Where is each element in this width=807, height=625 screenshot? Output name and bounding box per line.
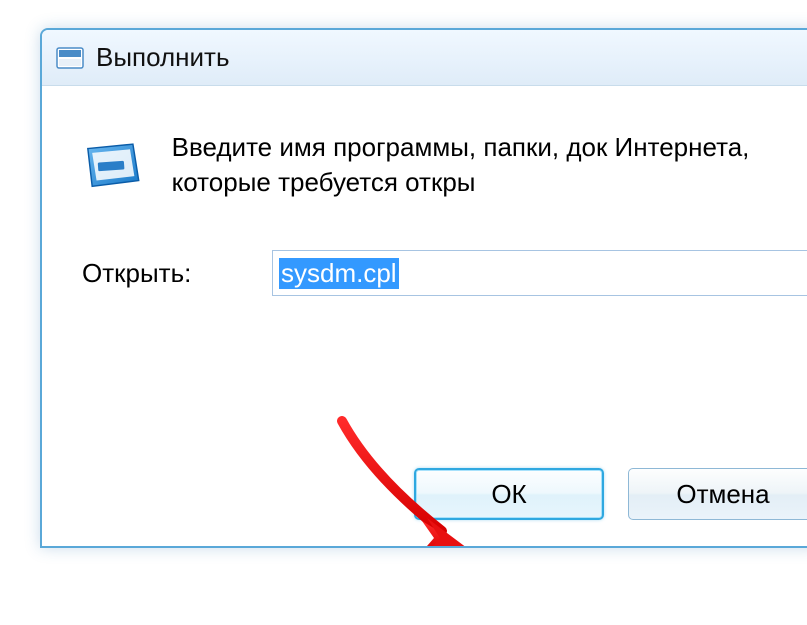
open-label: Открыть: bbox=[82, 258, 232, 289]
open-input-value: sysdm.cpl bbox=[279, 258, 399, 289]
input-row: Открыть: sysdm.cpl bbox=[42, 250, 807, 296]
buttons-row: ОК Отмена bbox=[42, 464, 807, 524]
dialog-description: Введите имя программы, папки, док Интерн… bbox=[172, 126, 807, 200]
dialog-content: Введите имя программы, папки, док Интерн… bbox=[42, 86, 807, 546]
run-titlebar-icon bbox=[56, 47, 84, 69]
run-icon bbox=[82, 134, 142, 198]
ok-button-label: ОК bbox=[491, 479, 526, 510]
cancel-button[interactable]: Отмена bbox=[628, 468, 807, 520]
cancel-button-label: Отмена bbox=[676, 479, 769, 510]
dialog-title: Выполнить bbox=[96, 42, 230, 73]
titlebar[interactable]: Выполнить bbox=[42, 30, 807, 86]
ok-button[interactable]: ОК bbox=[414, 468, 604, 520]
description-row: Введите имя программы, папки, док Интерн… bbox=[42, 126, 807, 200]
run-dialog: Выполнить Введите имя программы, папки, … bbox=[40, 28, 807, 548]
open-combobox[interactable]: sysdm.cpl bbox=[272, 250, 807, 296]
